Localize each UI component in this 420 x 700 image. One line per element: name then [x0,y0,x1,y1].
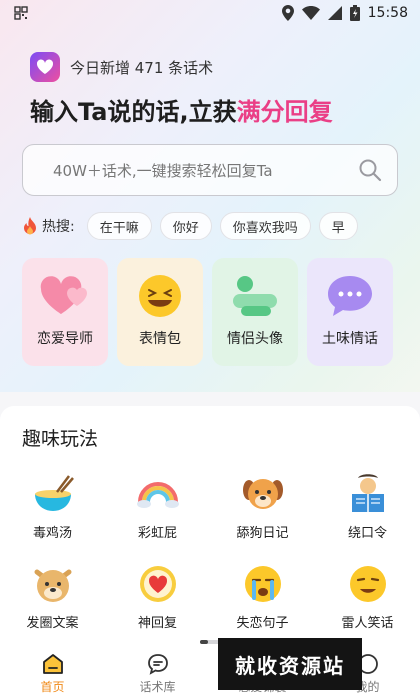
crying-face-icon [244,566,281,602]
app-grid-icon [14,6,28,20]
laughing-face-icon [139,275,181,317]
fun-item-soup[interactable]: 毒鸡汤 [0,472,105,552]
doge-icon [34,569,71,602]
fun-item-rainbow[interactable]: 彩虹屁 [105,472,210,552]
fun-item-label: 毒鸡汤 [32,526,72,541]
reading-icon [351,474,384,512]
watermark-badge: 就收资源站 [218,638,362,690]
heart-bubble-icon [139,566,176,602]
fun-item-tongue-twister[interactable]: 绕口令 [315,472,420,552]
hot-chip[interactable]: 你好 [159,212,212,240]
fun-item-moments-copy[interactable]: 发圈文案 [0,562,105,642]
hot-search-row: 热搜: 在干嘛 你好 你喜欢我吗 早 [22,212,358,240]
speech-bubble-icon [328,276,372,316]
page-indicator-active [200,640,208,644]
card-label: 土味情话 [322,331,378,347]
title-accent: 满分回复 [236,98,333,126]
fun-item-label: 神回复 [137,616,177,631]
today-count-text: 今日新增 471 条话术 [70,58,214,77]
fun-item-label: 绕口令 [347,526,387,541]
clock: 15:58 [367,5,408,21]
chat-icon [147,654,168,675]
status-bar: 15:58 [0,0,420,28]
fun-item-breakup-quotes[interactable]: 失恋句子 [210,562,315,642]
card-couple-avatar[interactable]: 情侣头像 [212,258,298,366]
fun-item-label: 雷人笑话 [341,616,394,631]
page-indicator [200,640,220,644]
fun-item-label: 失恋句子 [236,616,289,631]
chat-bubbles-icon [233,276,277,316]
search-input[interactable]: 40W＋话术,一键搜索轻松回复Ta [22,144,398,196]
rainbow-icon [136,482,179,508]
card-label: 情侣头像 [227,331,283,347]
section-title: 趣味玩法 [22,428,99,450]
card-label: 恋爱导师 [37,331,93,347]
fun-item-dog-diary[interactable]: 舔狗日记 [210,472,315,552]
hearts-icon [40,276,87,314]
smirk-face-icon [349,566,386,602]
fun-grid: 毒鸡汤 彩虹屁 舔狗日记 绕口令 发圈文案 神回复 失恋句子 雷人笑话 [0,472,420,642]
fun-item-label: 舔狗日记 [236,526,289,541]
card-emoji-pack[interactable]: 表情包 [117,258,203,366]
search-icon[interactable] [343,158,397,182]
tab-label: 首页 [40,680,65,694]
fun-item-label: 彩虹屁 [137,526,177,541]
dog-icon [242,479,283,509]
tab-label: 话术库 [139,680,176,694]
today-banner: 今日新增 471 条话术 [30,52,213,82]
tab-home[interactable]: 首页 [0,648,105,700]
card-label: 表情包 [139,331,181,347]
fun-item-label: 发圈文案 [26,616,79,631]
category-cards: 恋爱导师 表情包 情侣头像 土味情话 [22,258,393,366]
hot-chip[interactable]: 早 [318,212,358,240]
search-placeholder: 40W＋话术,一键搜索轻松回复Ta [53,161,273,180]
location-icon [281,5,294,21]
hot-chip[interactable]: 你喜欢我吗 [219,212,311,240]
battery-icon [349,5,360,21]
title-main: 输入Ta说的话,立获 [30,98,237,126]
noodle-bowl-icon [34,475,74,511]
hot-label: 热搜: [22,216,75,236]
signal-icon [327,6,342,20]
home-icon [42,654,63,674]
tab-phrase-library[interactable]: 话术库 [105,648,210,700]
card-cheesy-lines[interactable]: 土味情话 [307,258,393,366]
hot-label-text: 热搜: [42,219,75,235]
page-title: 输入Ta说的话,立获满分回复 [30,92,333,127]
card-love-mentor[interactable]: 恋爱导师 [22,258,108,366]
fire-icon [24,217,36,235]
app-logo-icon [30,52,60,82]
fun-item-god-reply[interactable]: 神回复 [105,562,210,642]
fun-item-jokes[interactable]: 雷人笑话 [315,562,420,642]
wifi-icon [301,6,320,20]
hot-chip[interactable]: 在干嘛 [86,212,152,240]
